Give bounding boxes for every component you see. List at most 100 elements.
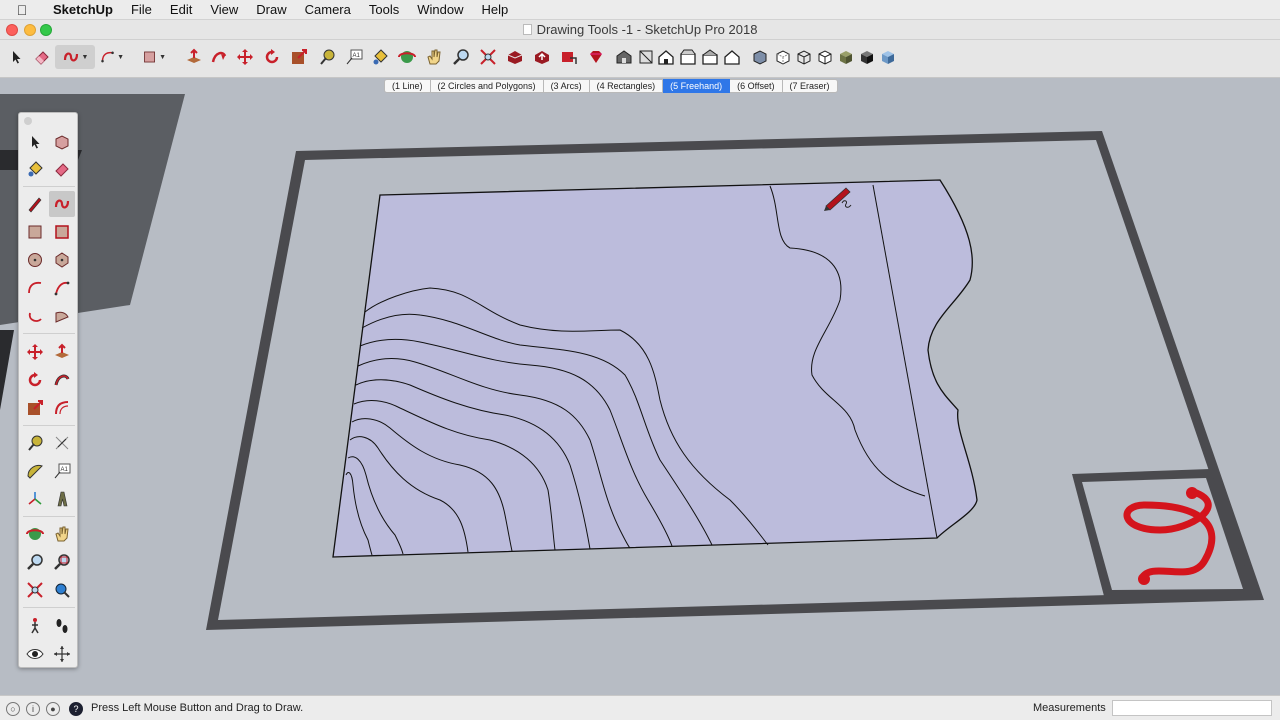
scene-tab-freehand[interactable]: (5 Freehand) bbox=[663, 79, 731, 93]
arrow-cursor-icon bbox=[13, 51, 21, 64]
palette-rotated-rectangle-button[interactable] bbox=[49, 219, 75, 245]
select-tool-button[interactable] bbox=[4, 45, 28, 69]
palette-two-point-arc-button[interactable] bbox=[49, 275, 75, 301]
palette-divider bbox=[23, 186, 75, 187]
freehand-tool-button[interactable]: ▼ bbox=[55, 45, 95, 69]
rotate-tool-button[interactable] bbox=[260, 45, 284, 69]
palette-zoom-button[interactable] bbox=[22, 549, 48, 575]
text-tool-button[interactable]: A1 bbox=[342, 45, 366, 69]
palette-dimension-button[interactable] bbox=[49, 430, 75, 456]
monochrome-style-button[interactable] bbox=[876, 45, 900, 69]
user-account-icon[interactable]: ● bbox=[46, 702, 60, 716]
zoom-extents-tool-button[interactable] bbox=[476, 45, 500, 69]
scene-tab-rectangles[interactable]: (4 Rectangles) bbox=[589, 79, 664, 93]
eraser-tool-button[interactable] bbox=[30, 45, 54, 69]
palette-zoom-extents-button[interactable] bbox=[22, 577, 48, 603]
credits-icon[interactable]: i bbox=[26, 702, 40, 716]
arc-tool-button[interactable]: ▼ bbox=[100, 45, 124, 69]
palette-zoom-window-button[interactable] bbox=[49, 549, 75, 575]
warehouse-button[interactable] bbox=[503, 45, 527, 69]
palette-protractor-button[interactable] bbox=[22, 458, 48, 484]
right-view-button[interactable] bbox=[676, 45, 700, 69]
palette-text-button[interactable]: A1 bbox=[49, 458, 75, 484]
palette-paint-bucket-button[interactable] bbox=[22, 156, 48, 182]
palette-scale-button[interactable] bbox=[22, 395, 48, 421]
move-arrows-icon bbox=[237, 49, 253, 65]
menu-draw[interactable]: Draw bbox=[247, 0, 295, 20]
ruby-console-button[interactable] bbox=[584, 45, 608, 69]
palette-pan-button[interactable] bbox=[49, 521, 75, 547]
measurements-input[interactable] bbox=[1112, 700, 1272, 716]
palette-3d-text-button[interactable] bbox=[49, 486, 75, 512]
orbit-tool-button[interactable] bbox=[395, 45, 419, 69]
palette-three-point-arc-button[interactable] bbox=[22, 303, 48, 329]
palette-arc-button[interactable] bbox=[22, 275, 48, 301]
palette-freehand-button[interactable] bbox=[49, 191, 75, 217]
scene-tab-circles-polygons[interactable]: (2 Circles and Polygons) bbox=[430, 79, 544, 93]
rectangle-tool-button[interactable]: ▼ bbox=[142, 45, 166, 69]
share-model-button[interactable] bbox=[530, 45, 554, 69]
palette-close-button[interactable] bbox=[24, 117, 32, 125]
back-view-button[interactable] bbox=[698, 45, 722, 69]
palette-orbit-button[interactable] bbox=[22, 521, 48, 547]
follow-me-tool-button[interactable] bbox=[207, 45, 231, 69]
menu-help[interactable]: Help bbox=[472, 0, 517, 20]
palette-follow-me-button[interactable] bbox=[49, 367, 75, 393]
extension-warehouse-button[interactable] bbox=[557, 45, 581, 69]
palette-circle-button[interactable] bbox=[22, 247, 48, 273]
palette-offset-button[interactable] bbox=[49, 395, 75, 421]
push-pull-tool-button[interactable] bbox=[182, 45, 206, 69]
zoom-tool-button[interactable] bbox=[449, 45, 473, 69]
drawing-face[interactable] bbox=[332, 179, 978, 558]
orbit-icon bbox=[26, 528, 44, 540]
instructor-help-icon[interactable]: ? bbox=[69, 702, 83, 716]
scene-tab-offset[interactable]: (6 Offset) bbox=[730, 79, 783, 93]
palette-make-component-button[interactable] bbox=[49, 129, 75, 155]
menu-camera[interactable]: Camera bbox=[296, 0, 360, 20]
scene-tab-line[interactable]: (1 Line) bbox=[384, 79, 431, 93]
palette-walk-button[interactable] bbox=[22, 613, 48, 639]
palette-eraser-button[interactable] bbox=[49, 156, 75, 182]
left-view-button[interactable] bbox=[720, 45, 744, 69]
magnifier-icon bbox=[453, 49, 469, 65]
palette-look-around-button[interactable] bbox=[22, 641, 48, 667]
apple-menu-icon[interactable]:  bbox=[0, 2, 44, 18]
palette-polygon-button[interactable] bbox=[49, 247, 75, 273]
menu-window[interactable]: Window bbox=[408, 0, 472, 20]
tape-measure-icon bbox=[320, 49, 335, 65]
follow-me-icon bbox=[211, 51, 227, 63]
xray-style-button[interactable] bbox=[748, 45, 772, 69]
scene-tab-eraser[interactable]: (7 Eraser) bbox=[782, 79, 838, 93]
status-hint: Press Left Mouse Button and Drag to Draw… bbox=[91, 702, 304, 714]
palette-select-button[interactable] bbox=[22, 129, 48, 155]
palette-position-camera-button[interactable] bbox=[49, 577, 75, 603]
scale-tool-button[interactable] bbox=[287, 45, 311, 69]
menu-file[interactable]: File bbox=[122, 0, 161, 20]
palette-footprints-button[interactable] bbox=[49, 613, 75, 639]
paint-bucket-tool-button[interactable] bbox=[368, 45, 392, 69]
palette-pie-button[interactable] bbox=[49, 303, 75, 329]
palette-rectangle-button[interactable] bbox=[22, 219, 48, 245]
pan-tool-button[interactable] bbox=[422, 45, 446, 69]
move-tool-button[interactable] bbox=[233, 45, 257, 69]
front-view-button[interactable] bbox=[654, 45, 678, 69]
palette-section-plane-button[interactable] bbox=[49, 641, 75, 667]
palette-tape-measure-button[interactable] bbox=[22, 430, 48, 456]
geolocation-icon[interactable]: ○ bbox=[6, 702, 20, 716]
two-point-arc-icon bbox=[54, 281, 70, 296]
scene-tab-arcs[interactable]: (3 Arcs) bbox=[543, 79, 590, 93]
model-canvas[interactable] bbox=[0, 94, 1280, 695]
menu-tools[interactable]: Tools bbox=[360, 0, 408, 20]
tape-measure-tool-button[interactable] bbox=[315, 45, 339, 69]
dimension-icon bbox=[55, 436, 69, 450]
iso-view-button[interactable] bbox=[612, 45, 636, 69]
palette-move-button[interactable] bbox=[22, 339, 48, 365]
palette-line-button[interactable] bbox=[22, 191, 48, 217]
palette-push-pull-button[interactable] bbox=[49, 339, 75, 365]
menu-view[interactable]: View bbox=[201, 0, 247, 20]
menu-app-name[interactable]: SketchUp bbox=[44, 0, 122, 20]
palette-rotate-button[interactable] bbox=[22, 367, 48, 393]
menu-edit[interactable]: Edit bbox=[161, 0, 201, 20]
palette-axes-button[interactable] bbox=[22, 486, 48, 512]
model-viewport[interactable] bbox=[0, 94, 1280, 695]
